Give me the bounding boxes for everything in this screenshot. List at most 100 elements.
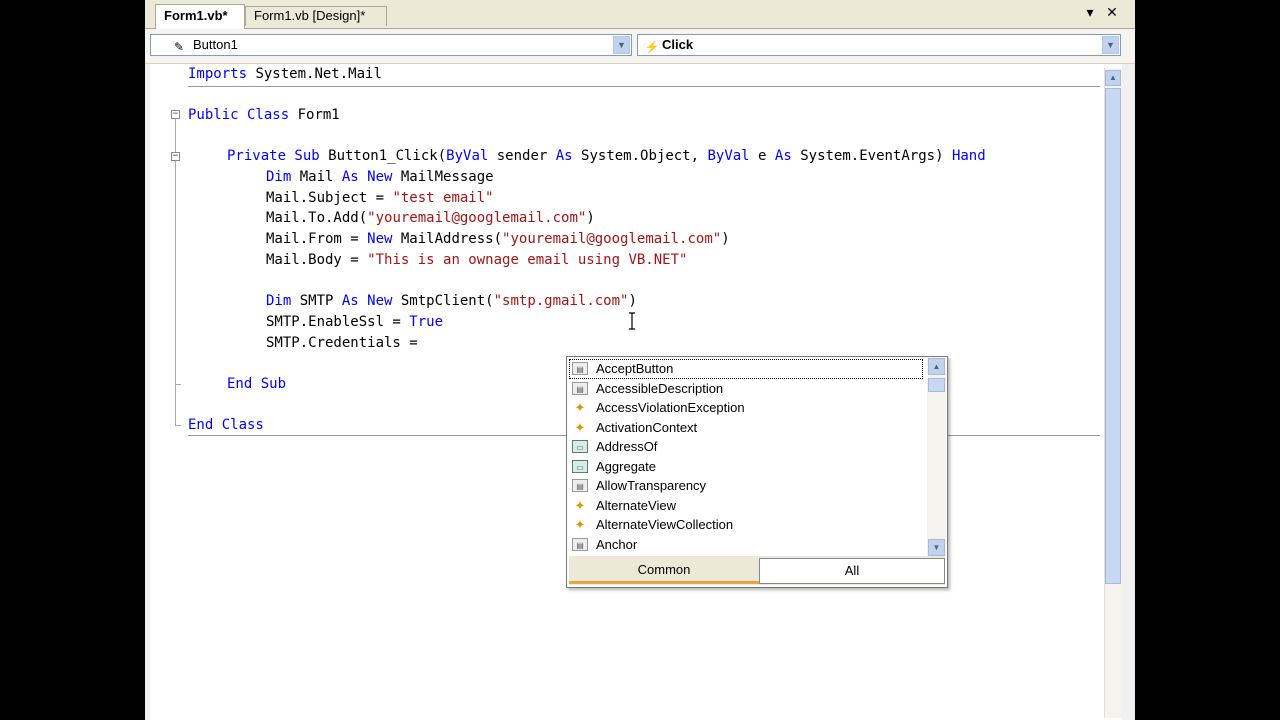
code-keyword: End Class [188, 417, 264, 433]
method-name-value: Click [662, 37, 694, 52]
code-keyword: Dim [266, 169, 292, 185]
code-keyword: True [409, 314, 444, 330]
code-keyword: As New [341, 293, 393, 309]
close-icon[interactable]: ✕ [1103, 4, 1121, 21]
completion-item-label: AllowTransparency [596, 478, 707, 493]
completion-item[interactable]: ✦ AccessViolationException [569, 398, 923, 418]
completion-item[interactable]: ✦ AlternateViewCollection [569, 515, 923, 535]
collapse-class-icon[interactable]: − [171, 110, 180, 119]
completion-item[interactable]: ▤ Anchor [569, 535, 923, 555]
code-line[interactable]: Private Sub Button1_Click(ByVal sender A… [227, 146, 986, 166]
code-keyword: As [555, 148, 573, 164]
code-text: ) [586, 210, 595, 226]
completion-item-label: AlternateView [596, 497, 676, 513]
completion-item[interactable]: ▭ AddressOf [569, 437, 923, 457]
completion-filter-tabs: Common All [569, 556, 945, 585]
property-icon: ▤ [572, 381, 588, 395]
outline-line [175, 119, 176, 425]
completion-item[interactable]: ✦ ActivationContext [569, 418, 923, 438]
code-line[interactable]: Imports System.Net.Mail [188, 64, 382, 84]
code-text: e [749, 148, 775, 164]
completion-item-label: AddressOf [596, 439, 658, 454]
code-text: System.Net.Mail [247, 66, 382, 82]
code-line[interactable]: Dim Mail As New MailMessage [266, 167, 494, 187]
property-icon: ▤ [572, 479, 588, 492]
tab-common[interactable]: Common [569, 558, 759, 584]
completion-list[interactable]: ▤ AcceptButton ▤ AccessibleDescription ✦ Acce… [569, 359, 923, 555]
navigation-bar: ✎ Button1 ▼ ⚡ Click ▼ [145, 29, 1135, 64]
outline-end [175, 384, 181, 385]
code-line[interactable]: Mail.Subject = "test email" [266, 188, 494, 208]
tab-form1-design[interactable]: Form1.vb [Design]* [245, 6, 387, 26]
scroll-up-button[interactable]: ▲ [1105, 70, 1121, 86]
class-icon: ✦ [574, 497, 586, 513]
completion-item[interactable]: ▭ Aggregate [569, 457, 923, 477]
code-text: Mail.From = [266, 231, 368, 247]
tab-all[interactable]: All [759, 558, 945, 584]
code-string: "smtp.gmail.com" [493, 293, 629, 309]
code-string: "youremail@googlemail.com" [502, 231, 722, 247]
code-line[interactable]: Public Class Form1 [188, 105, 340, 125]
control-icon: ✎ [173, 40, 185, 54]
code-line[interactable]: End Sub [227, 374, 286, 394]
chevron-down-icon[interactable]: ▼ [613, 36, 630, 54]
class-name-value: Button1 [193, 37, 238, 52]
class-icon: ✦ [574, 400, 586, 415]
code-line[interactable]: Mail.Body = "This is an ownage email usi… [266, 250, 687, 270]
code-line[interactable]: Dim SMTP As New SmtpClient("smtp.gmail.c… [266, 291, 637, 311]
code-line[interactable]: SMTP.EnableSsl = True [266, 312, 443, 332]
completion-item-label: ActivationContext [596, 419, 698, 435]
tab-form1-code[interactable]: Form1.vb* [155, 4, 245, 29]
editor-vertical-scrollbar[interactable]: ▲ [1104, 68, 1122, 718]
completion-item[interactable]: ▤ AcceptButton [569, 359, 923, 379]
code-text: Mail.Body = [266, 252, 368, 268]
code-line[interactable]: Mail.From = New MailAddress("youremail@g… [266, 229, 730, 249]
scroll-down-button[interactable]: ▼ [928, 539, 945, 556]
code-text: SMTP [291, 293, 342, 309]
completion-item[interactable]: ✦ AlternateView [569, 496, 923, 516]
code-string: "This is an ownage email using VB.NET" [367, 252, 688, 268]
code-text: SMTP.Credentials = [266, 335, 418, 351]
code-text: Button1_Click( [319, 148, 447, 164]
code-line[interactable]: SMTP.Credentials = [266, 333, 418, 353]
completion-item-label: AccessViolationException [596, 400, 745, 415]
property-icon: ▤ [572, 362, 588, 375]
completion-item-label: AcceptButton [596, 361, 674, 376]
completion-item-label: AccessibleDescription [596, 380, 724, 396]
text-cursor-icon [629, 312, 635, 330]
code-text: Form1 [289, 107, 340, 123]
code-text: MailMessage [392, 169, 494, 185]
completion-item-label: Aggregate [596, 458, 656, 474]
event-lightning-icon: ⚡ [644, 40, 660, 54]
code-keyword: As New [341, 169, 393, 185]
gutter [150, 64, 170, 720]
ide-window: Form1.vb* Form1.vb [Design]* ▾ ✕ ✎ Button… [145, 0, 1135, 720]
completion-item[interactable]: ▤ AccessibleDescription [569, 379, 923, 399]
code-text: ) [721, 231, 730, 247]
code-keyword: ByVal [446, 148, 489, 164]
completion-scrollbar[interactable]: ▲ ▼ [927, 358, 946, 556]
code-line[interactable]: End Class [188, 415, 264, 435]
scroll-up-button[interactable]: ▲ [928, 358, 945, 375]
collapse-sub-icon[interactable]: − [171, 152, 180, 161]
property-icon: ▤ [572, 537, 588, 551]
scroll-thumb[interactable] [1105, 88, 1121, 584]
method-name-dropdown[interactable]: ⚡ Click ▼ [637, 34, 1121, 56]
code-line[interactable]: Mail.To.Add("youremail@googlemail.com") [266, 208, 595, 228]
outline-end [175, 425, 181, 426]
completion-item[interactable]: ▤ AllowTransparency [569, 476, 923, 496]
code-text: sender [488, 148, 556, 164]
class-icon: ✦ [574, 517, 586, 532]
class-name-dropdown[interactable]: ✎ Button1 ▼ [150, 34, 632, 56]
code-string: "test email" [392, 190, 494, 206]
code-keyword: Public Class [188, 107, 290, 123]
scroll-thumb[interactable] [928, 378, 945, 392]
code-text: Mail.Subject = [266, 190, 393, 206]
chevron-down-icon[interactable]: ▾ [1081, 4, 1099, 21]
code-text: Mail.To.Add( [266, 210, 368, 226]
code-keyword: Hand [951, 148, 986, 164]
code-keyword: New [367, 231, 393, 247]
tab-controls: ▾ ✕ [1077, 4, 1121, 24]
chevron-down-icon[interactable]: ▼ [1102, 36, 1119, 54]
code-text: SMTP.EnableSsl = [266, 314, 410, 330]
